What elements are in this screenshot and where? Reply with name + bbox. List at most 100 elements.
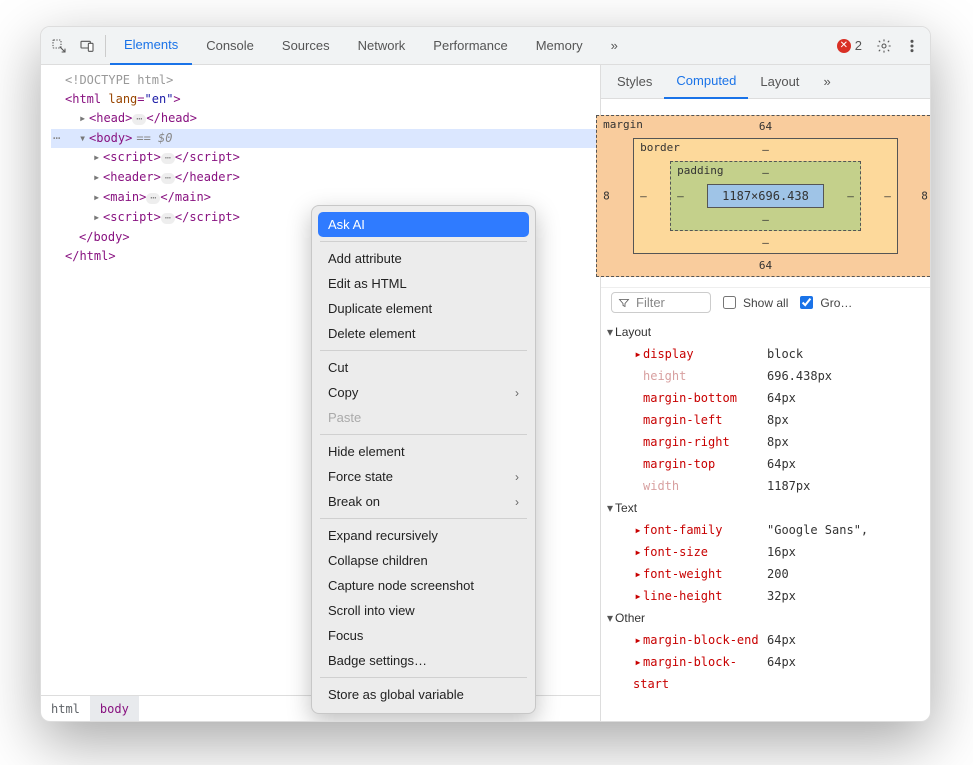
device-toolbar-icon[interactable] [73, 32, 101, 60]
context-menu-item-label: Hide element [328, 444, 405, 459]
context-menu-separator [320, 434, 527, 435]
computed-properties[interactable]: ▾Layout▸displayblockheight696.438pxmargi… [601, 317, 930, 721]
context-menu-item[interactable]: Force state› [318, 464, 529, 489]
property-row[interactable]: ▸font-family"Google Sans", [607, 519, 924, 541]
context-menu-item-label: Break on [328, 494, 380, 509]
filter-input[interactable]: Filter [611, 292, 711, 313]
padding-right-value[interactable]: – [847, 190, 854, 203]
dom-html-open[interactable]: <html lang="en"> [51, 90, 600, 109]
context-menu-item-label: Ask AI [328, 217, 365, 232]
padding-top-value[interactable]: – [762, 166, 769, 179]
tab-sources[interactable]: Sources [268, 27, 344, 65]
dom-body-open[interactable]: ⋯ ▾<body>== $0 [51, 129, 600, 148]
property-row[interactable]: width1187px [607, 475, 924, 497]
context-menu-item[interactable]: Focus [318, 623, 529, 648]
padding-left-value[interactable]: – [677, 190, 684, 203]
context-menu-item-label: Cut [328, 360, 348, 375]
context-menu-item-label: Delete element [328, 326, 415, 341]
dom-doctype[interactable]: <!DOCTYPE html> [51, 71, 600, 90]
context-menu-item[interactable]: Capture node screenshot [318, 573, 529, 598]
property-row[interactable]: ▸displayblock [607, 343, 924, 365]
dom-script-1[interactable]: ▸<script>⋯</script> [51, 148, 600, 168]
context-menu-item-label: Collapse children [328, 553, 428, 568]
context-menu-separator [320, 241, 527, 242]
context-menu-item[interactable]: Duplicate element [318, 296, 529, 321]
context-menu-item-label: Capture node screenshot [328, 578, 474, 593]
breadcrumb-html[interactable]: html [41, 696, 90, 722]
tab-network[interactable]: Network [344, 27, 420, 65]
property-row[interactable]: ▸line-height32px [607, 585, 924, 607]
main-tabs: Elements Console Sources Network Perform… [110, 27, 632, 65]
context-menu-item[interactable]: Break on › [318, 489, 529, 514]
context-menu-item-label: Scroll into view [328, 603, 415, 618]
inspect-icon[interactable] [45, 32, 73, 60]
subtabs-overflow-icon[interactable]: » [811, 65, 842, 99]
show-all-label: Show all [743, 296, 788, 310]
devtools-window: Elements Console Sources Network Perform… [40, 26, 931, 722]
dom-header[interactable]: ▸<header>⋯</header> [51, 168, 600, 188]
tab-performance[interactable]: Performance [419, 27, 521, 65]
context-menu-item[interactable]: Edit as HTML [318, 271, 529, 296]
property-row[interactable]: ▸font-size16px [607, 541, 924, 563]
context-menu-item[interactable]: Copy› [318, 380, 529, 405]
selected-indicator-icon: ⋯ [53, 129, 60, 148]
property-row[interactable]: ▸font-weight200 [607, 563, 924, 585]
box-model-content[interactable]: 1187×696.438 [707, 184, 824, 208]
property-row[interactable]: margin-bottom64px [607, 387, 924, 409]
settings-icon[interactable] [870, 32, 898, 60]
margin-bottom-value[interactable]: 64 [759, 259, 772, 272]
tab-elements[interactable]: Elements [110, 27, 192, 65]
context-menu-separator [320, 677, 527, 678]
box-model[interactable]: margin 64 64 8 8 border – – – – paddin [601, 99, 930, 287]
error-count[interactable]: ✕ 2 [837, 38, 862, 53]
property-row[interactable]: margin-top64px [607, 453, 924, 475]
subtab-layout[interactable]: Layout [748, 65, 811, 99]
border-bottom-value[interactable]: – [762, 236, 769, 249]
context-menu-separator [320, 350, 527, 351]
property-row[interactable]: ▸margin-block-end64px [607, 629, 924, 651]
context-menu-item[interactable]: Store as global variable [318, 682, 529, 707]
property-group[interactable]: ▾Text [607, 497, 924, 519]
margin-top-value[interactable]: 64 [759, 120, 772, 133]
context-menu-item[interactable]: Scroll into view [318, 598, 529, 623]
show-all-checkbox[interactable]: Show all [719, 293, 788, 312]
breadcrumb-body[interactable]: body [90, 696, 139, 722]
context-menu-item[interactable]: Badge settings… [318, 648, 529, 673]
border-left-value[interactable]: – [640, 190, 647, 203]
dom-head[interactable]: ▸<head>⋯</head> [51, 109, 600, 129]
property-group[interactable]: ▾Other [607, 607, 924, 629]
border-top-value[interactable]: – [762, 143, 769, 156]
group-checkbox[interactable]: Gro… [796, 293, 852, 312]
context-menu-item[interactable]: Expand recursively [318, 523, 529, 548]
tab-console[interactable]: Console [192, 27, 268, 65]
context-menu-item[interactable]: Delete element [318, 321, 529, 346]
context-menu-separator [320, 518, 527, 519]
property-row[interactable]: height696.438px [607, 365, 924, 387]
chevron-right-icon: › [515, 495, 519, 509]
property-row[interactable]: ▸margin-block-start64px [607, 651, 924, 695]
tab-memory[interactable]: Memory [522, 27, 597, 65]
subtab-computed[interactable]: Computed [664, 65, 748, 99]
context-menu-item[interactable]: Hide element [318, 439, 529, 464]
padding-bottom-value[interactable]: – [762, 213, 769, 226]
context-menu-item[interactable]: Add attribute [318, 246, 529, 271]
tabs-overflow-icon[interactable]: » [597, 27, 632, 65]
border-right-value[interactable]: – [884, 190, 891, 203]
property-row[interactable]: margin-left8px [607, 409, 924, 431]
property-group[interactable]: ▾Layout [607, 321, 924, 343]
context-menu-item[interactable]: Cut [318, 355, 529, 380]
filter-placeholder: Filter [636, 295, 665, 310]
subtab-styles[interactable]: Styles [605, 65, 664, 99]
margin-right-value[interactable]: 8 [921, 190, 928, 203]
context-menu-item[interactable]: Collapse children [318, 548, 529, 573]
main-split: <!DOCTYPE html> <html lang="en"> ▸<head>… [41, 65, 930, 721]
property-row[interactable]: margin-right8px [607, 431, 924, 453]
margin-left-value[interactable]: 8 [603, 190, 610, 203]
box-model-border-label: border [640, 141, 680, 154]
context-menu-item[interactable]: Ask AI [318, 212, 529, 237]
box-model-margin-label: margin [603, 118, 643, 131]
chevron-right-icon: › [515, 386, 519, 400]
kebab-menu-icon[interactable] [898, 32, 926, 60]
chevron-right-icon: › [515, 470, 519, 484]
context-menu-item-label: Add attribute [328, 251, 402, 266]
